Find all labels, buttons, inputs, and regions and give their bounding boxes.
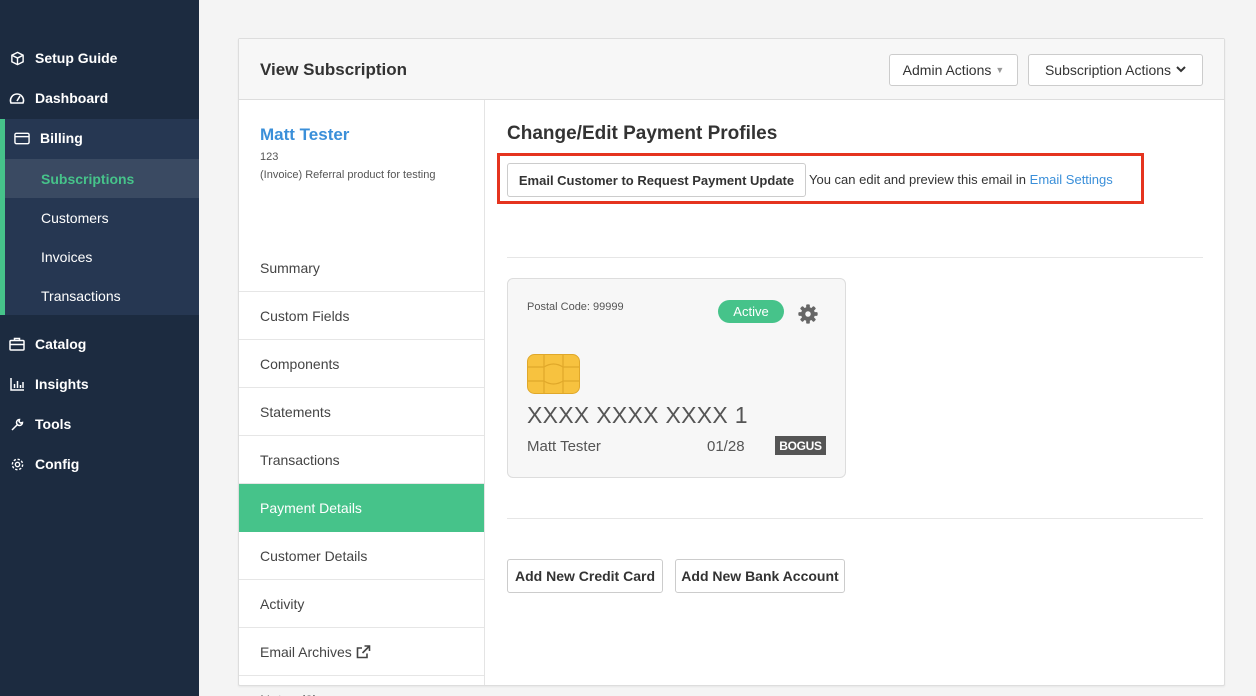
tab-notes[interactable]: Notes (0) [239, 676, 484, 696]
customer-name-link[interactable]: Matt Tester [260, 125, 349, 145]
section-title: Change/Edit Payment Profiles [507, 123, 778, 144]
external-link-icon [356, 644, 371, 659]
email-customer-button[interactable]: Email Customer to Request Payment Update [507, 163, 806, 197]
card-chip-icon [527, 354, 580, 394]
panel-header: View Subscription Admin Actions ▼ Subscr… [239, 39, 1224, 100]
nav-label: Insights [35, 376, 89, 392]
nav-insights[interactable]: Insights [0, 364, 199, 404]
postal-code: Postal Code: 99999 [527, 301, 624, 313]
bar-chart-icon [9, 376, 25, 392]
customer-product: (Invoice) Referral product for testing [260, 169, 436, 181]
divider [507, 257, 1203, 258]
nav-label: Catalog [35, 336, 87, 352]
card-expiry: 01/28 [707, 438, 745, 455]
subscription-nav: Matt Tester 123 (Invoice) Referral produ… [239, 100, 485, 696]
payment-card: Postal Code: 99999 Active XXXX XXXX XXXX… [507, 278, 846, 478]
nav-label: Dashboard [35, 90, 109, 106]
add-credit-card-button[interactable]: Add New Credit Card [507, 559, 663, 593]
subscription-actions-label: Subscription Actions [1044, 62, 1172, 78]
tab-email-archives-label: Email Archives [260, 643, 352, 660]
sidebar: Setup Guide Dashboard Billing Subscripti… [0, 0, 199, 696]
tab-payment-details[interactable]: Payment Details [239, 484, 484, 532]
tab-components[interactable]: Components [239, 340, 484, 388]
nav-label: Setup Guide [35, 50, 118, 66]
nav-label: Config [35, 456, 80, 472]
customer-id: 123 [260, 151, 279, 163]
gear-icon [9, 456, 25, 472]
nav-setup-guide[interactable]: Setup Guide [0, 38, 199, 78]
payment-details-content: Change/Edit Payment Profiles Email Custo… [486, 100, 1224, 685]
add-bank-account-button[interactable]: Add New Bank Account [675, 559, 845, 593]
subscription-actions-button[interactable]: Subscription Actions [1028, 54, 1203, 86]
tab-summary[interactable]: Summary [239, 244, 484, 292]
box-icon [9, 50, 25, 66]
briefcase-icon [9, 336, 25, 352]
tab-customer-details[interactable]: Customer Details [239, 532, 484, 580]
status-badge: Active [718, 300, 784, 323]
chevron-down-icon [1176, 64, 1186, 76]
gear-icon[interactable] [797, 303, 819, 325]
email-note-text: You can edit and preview this email in [809, 172, 1027, 187]
tab-email-archives[interactable]: Email Archives [239, 628, 484, 676]
tab-activity[interactable]: Activity [239, 580, 484, 628]
divider [507, 518, 1203, 519]
card-brand-logo: BOGUS [775, 436, 826, 455]
sub-item-subscriptions[interactable]: Subscriptions [5, 159, 199, 198]
email-note: You can edit and preview this email in E… [809, 172, 1113, 187]
card-number: XXXX XXXX XXXX 1 [527, 402, 748, 428]
tab-statements[interactable]: Statements [239, 388, 484, 436]
credit-card-icon [14, 130, 30, 146]
nav-dashboard[interactable]: Dashboard [0, 78, 199, 118]
gauge-icon [9, 90, 25, 106]
page-title: View Subscription [260, 60, 408, 79]
nav-config[interactable]: Config [0, 444, 199, 484]
nav-label: Tools [35, 416, 72, 432]
nav-billing[interactable]: Billing [0, 118, 199, 158]
sub-item-transactions[interactable]: Transactions [5, 276, 199, 315]
tab-custom-fields[interactable]: Custom Fields [239, 292, 484, 340]
tab-transactions[interactable]: Transactions [239, 436, 484, 484]
nav-label: Billing [40, 130, 83, 146]
card-holder: Matt Tester [527, 438, 601, 455]
nav-catalog[interactable]: Catalog [0, 324, 199, 364]
admin-actions-label: Admin Actions [902, 62, 992, 78]
wrench-icon [9, 416, 25, 432]
subscription-panel: View Subscription Admin Actions ▼ Subscr… [238, 38, 1225, 696]
caret-down-icon: ▼ [995, 65, 1005, 75]
admin-actions-button[interactable]: Admin Actions ▼ [889, 54, 1018, 86]
email-settings-link[interactable]: Email Settings [1030, 172, 1113, 187]
nav-tools[interactable]: Tools [0, 404, 199, 444]
sub-item-invoices[interactable]: Invoices [5, 237, 199, 276]
sub-item-customers[interactable]: Customers [5, 198, 199, 237]
